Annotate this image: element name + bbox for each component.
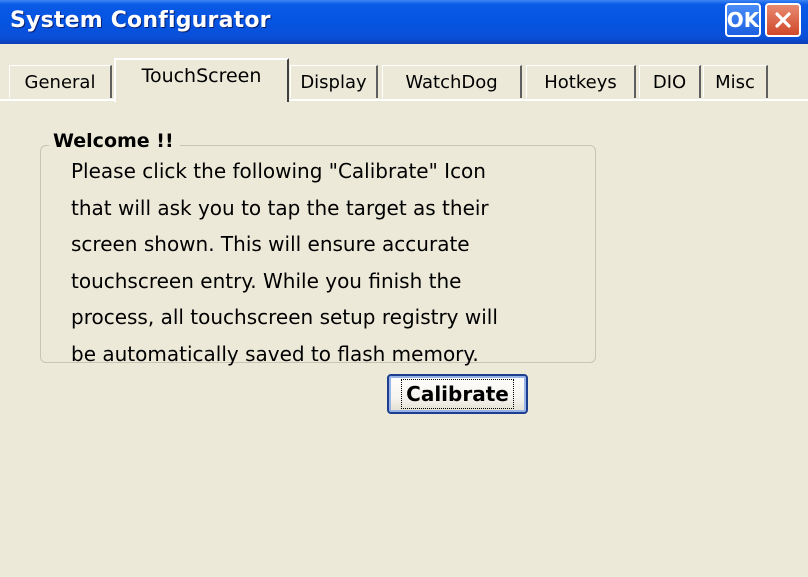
instruction-line: screen shown. This will ensure accurate — [71, 232, 470, 257]
close-button[interactable] — [765, 3, 801, 37]
instruction-line: touchscreen entry. While you finish the — [71, 268, 462, 293]
tab-display[interactable]: Display — [290, 65, 378, 98]
instructions-text: Please click the following "Calibrate" I… — [71, 153, 571, 373]
groupbox-title: Welcome !! — [49, 130, 180, 152]
tab-watchdog[interactable]: WatchDog — [382, 65, 522, 98]
tab-hotkeys[interactable]: Hotkeys — [526, 65, 636, 98]
tab-misc[interactable]: Misc — [703, 65, 768, 98]
tab-dio[interactable]: DIO — [639, 65, 701, 98]
calibrate-button[interactable]: Calibrate — [387, 374, 528, 414]
ok-button[interactable]: OK — [725, 3, 761, 37]
title-bar: System Configurator OK — [0, 0, 808, 44]
tab-general[interactable]: General — [9, 65, 112, 98]
tab-strip: General TouchScreen Display WatchDog Hot… — [0, 44, 808, 104]
instruction-line: that will ask you to tap the target as t… — [71, 195, 489, 220]
window-title: System Configurator — [10, 8, 271, 33]
instruction-line: Please click the following "Calibrate" I… — [71, 159, 486, 183]
calibrate-button-label: Calibrate — [401, 379, 514, 409]
close-icon — [775, 12, 791, 28]
instruction-line: be automatically saved to flash memory. — [71, 341, 479, 366]
tab-touchscreen[interactable]: TouchScreen — [114, 58, 289, 102]
instruction-line: process, all touchscreen setup registry … — [71, 305, 498, 330]
